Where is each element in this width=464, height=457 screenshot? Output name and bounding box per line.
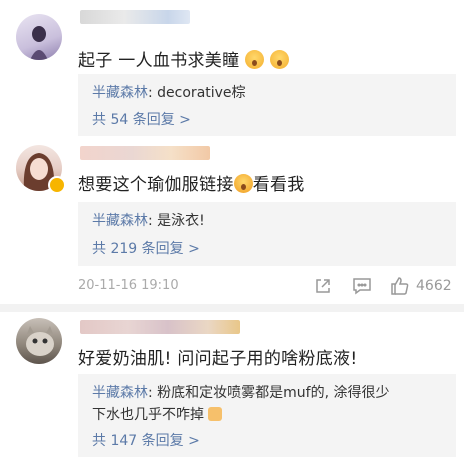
shocked-emoji: [245, 50, 265, 69]
comment-text-main: 想要这个瑜伽服链接: [78, 175, 234, 195]
reply-box[interactable]: 半藏森林: 粉底和定妆喷雾都是muf的, 涂得很少 下水也几乎不咋掉 共 147…: [78, 374, 456, 457]
reply-count-link[interactable]: 共 147 条回复 >: [92, 430, 200, 450]
avatar[interactable]: [16, 318, 62, 364]
comment-1: 起子 一人血书求美瞳 半藏森林: decorative棕 共 54 条回复 >: [0, 0, 464, 140]
username-obscured[interactable]: [80, 10, 190, 24]
comment-icon[interactable]: [352, 277, 372, 299]
reply-author[interactable]: 半藏森林: [92, 85, 148, 101]
comment-text-main: 起子 一人血书求美瞳: [78, 51, 240, 71]
thumbs-up-emoji: [208, 407, 223, 421]
share-icon[interactable]: [314, 277, 332, 299]
like-button[interactable]: 4662: [390, 276, 454, 296]
username-obscured[interactable]: [80, 320, 240, 334]
reply-separator: :: [148, 85, 158, 101]
reply-separator: :: [148, 213, 158, 229]
divider: [0, 304, 464, 312]
reply-count-link[interactable]: 共 54 条回复 >: [92, 109, 191, 129]
reply-preview[interactable]: 半藏森林: decorative棕: [92, 82, 246, 102]
shocked-emoji: [269, 50, 289, 69]
reply-author[interactable]: 半藏森林: [92, 385, 148, 401]
crying-emoji: [233, 174, 253, 193]
timestamp: 20-11-16 19:10: [78, 278, 179, 293]
avatar-image: [26, 326, 54, 356]
reply-text: 是泳衣!: [157, 213, 205, 229]
comment-2: 想要这个瑜伽服链接 看看我 半藏森林: 是泳衣! 共 219 条回复 > 20-1…: [0, 140, 464, 305]
reply-separator: :: [148, 385, 158, 401]
reply-preview[interactable]: 半藏森林: 是泳衣!: [92, 210, 205, 230]
avatar[interactable]: [16, 14, 62, 60]
like-count: 4662: [416, 278, 452, 294]
username-obscured[interactable]: [80, 146, 210, 160]
comment-text: 好爱奶油肌! 问问起子用的啥粉底液!: [78, 349, 358, 369]
reply-text: decorative棕: [157, 85, 246, 101]
reply-text: 粉底和定妆喷雾都是muf的, 涂得很少: [157, 385, 390, 401]
reply-preview-line2: 下水也几乎不咋掉: [92, 404, 223, 424]
reply-count-link[interactable]: 共 219 条回复 >: [92, 238, 200, 258]
reply-box[interactable]: 半藏森林: decorative棕 共 54 条回复 >: [78, 74, 456, 136]
reply-author[interactable]: 半藏森林: [92, 213, 148, 229]
comment-text-tail: 看看我: [252, 175, 305, 195]
comment-text: 想要这个瑜伽服链接 看看我: [78, 170, 305, 195]
comment-text: 起子 一人血书求美瞳: [78, 46, 289, 71]
comment-3: 好爱奶油肌! 问问起子用的啥粉底液! 半藏森林: 粉底和定妆喷雾都是muf的, …: [0, 312, 464, 457]
verified-badge: [48, 176, 66, 194]
reply-box[interactable]: 半藏森林: 是泳衣! 共 219 条回复 >: [78, 202, 456, 266]
like-icon: [391, 277, 409, 295]
reply-text-continued: 下水也几乎不咋掉: [92, 407, 204, 423]
avatar-image: [30, 26, 48, 60]
reply-preview[interactable]: 半藏森林: 粉底和定妆喷雾都是muf的, 涂得很少: [92, 382, 390, 402]
